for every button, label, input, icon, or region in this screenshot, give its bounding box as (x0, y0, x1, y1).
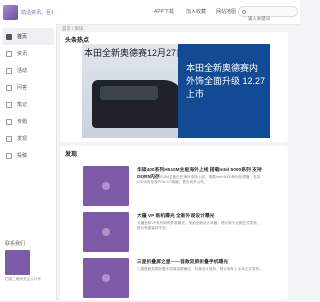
note-icon (6, 101, 12, 108)
qr-caption: 扫描二维码关注公众号 (5, 277, 41, 281)
article-summary: 三星首款双屏折叠手机渲染图曝光，机身设计独特，预计明年上半年正式发布。 (137, 267, 263, 271)
sidebar-item-label: 发现 (17, 136, 28, 142)
qr-code (5, 250, 30, 275)
logo-mark-icon (102, 182, 110, 190)
logo-mark-icon (102, 228, 110, 236)
banner-right-text: 本田全新奥德赛内外饰全面升级 12.27上市 (186, 63, 266, 99)
banner-right: 本田全新奥德赛内外饰全面升级 12.27上市 (178, 44, 270, 138)
sidebar-item-home[interactable]: 首页 (2, 28, 54, 45)
car-image (92, 80, 184, 128)
sidebar-item-label: 资讯 (17, 51, 28, 57)
activity-icon (6, 67, 12, 74)
sitemap-link[interactable]: 网站地图 (216, 8, 236, 15)
submit-icon (6, 152, 12, 159)
list-item[interactable]: 大疆 VP 新机曝光 全新外观设计曝光 大疆全新VP系列新机外观曝光，采用全新设… (83, 212, 263, 256)
article-summary: 大疆全新VP系列新机外观曝光，采用全新设计风格，预计将于近期正式发布，售价有望保… (137, 221, 261, 230)
topic-icon (6, 118, 12, 125)
sidebar-item-label: 投稿 (17, 153, 28, 159)
qa-icon (6, 84, 12, 91)
list-item[interactable]: 三星折叠屏之星——首款双屏折叠手机曝光 三星首款双屏折叠手机渲染图曝光，机身设计… (83, 258, 263, 302)
section-title: 发现 (65, 152, 78, 158)
sidebar-item-discover[interactable]: 发现 (2, 130, 54, 147)
logo-mark-icon (102, 274, 110, 282)
site-logo (3, 4, 18, 20)
contact-title: 联系我们 (5, 241, 26, 247)
headline-banner[interactable]: 本田全新奥德赛12月27日上市 本田全新奥德赛内外饰全面升级 12.27上市 (82, 44, 270, 138)
sidebar-item-notes[interactable]: 笔记 (2, 96, 54, 113)
search-icon[interactable] (242, 9, 246, 14)
sidebar-item-label: 笔记 (17, 102, 28, 108)
article-thumbnail[interactable] (83, 166, 129, 206)
brand-name: 前沿资讯，巨省记事! (21, 9, 53, 16)
sidebar-item-submit[interactable]: 投稿 (2, 147, 54, 164)
sidebar-item-topics[interactable]: 专题 (2, 113, 54, 130)
list-item[interactable]: 华硕400系列H510M主板海外上线 搭载Intel 5000系列 支持DDR5… (83, 166, 263, 210)
top-bar: APP下载 加入收藏 网站地图 (56, 0, 300, 25)
sidebar: 前沿资讯，巨省记事! 首页 资讯 活动 问答 笔记 专题 发现 (0, 0, 57, 300)
sidebar-item-label: 首页 (17, 34, 28, 40)
article-thumbnail[interactable] (83, 212, 129, 252)
search-box[interactable] (238, 6, 298, 23)
app-download-link[interactable]: APP下载 (154, 8, 174, 15)
sidebar-item-label: 活动 (17, 68, 28, 74)
sidebar-menu: 首页 资讯 活动 问答 笔记 专题 发现 投稿 (0, 28, 56, 164)
search-input[interactable] (239, 14, 298, 23)
discover-card: 发现 华硕400系列H510M主板海外上线 搭载Intel 5000系列 支持D… (60, 146, 288, 300)
discover-icon (6, 135, 12, 142)
article-title[interactable]: 大疆 VP 新机曝光 全新外观设计曝光 (137, 212, 263, 219)
news-icon (6, 50, 12, 57)
bookmark-link[interactable]: 加入收藏 (186, 8, 206, 15)
brand[interactable]: 前沿资讯，巨省记事! (0, 0, 56, 24)
sidebar-item-qa[interactable]: 问答 (2, 79, 54, 96)
headline-card: 头条热点 本田全新奥德赛12月27日上市 本田全新奥德赛内外饰全面升级 12.2… (60, 32, 288, 142)
sidebar-item-activity[interactable]: 活动 (2, 62, 54, 79)
sidebar-item-news[interactable]: 资讯 (2, 45, 54, 62)
article-thumbnail[interactable] (83, 258, 129, 298)
article-summary: 华硕400系列H510M主板已在海外市场上线，搭载Intel 5000系列处理器… (137, 175, 261, 184)
sidebar-item-label: 问答 (17, 85, 28, 91)
section-title: 头条热点 (65, 38, 90, 44)
sidebar-item-label: 专题 (17, 119, 28, 125)
home-icon (6, 33, 12, 40)
article-title[interactable]: 三星折叠屏之星——首款双屏折叠手机曝光 (137, 258, 263, 265)
banner-left: 本田全新奥德赛12月27日上市 (82, 44, 203, 138)
